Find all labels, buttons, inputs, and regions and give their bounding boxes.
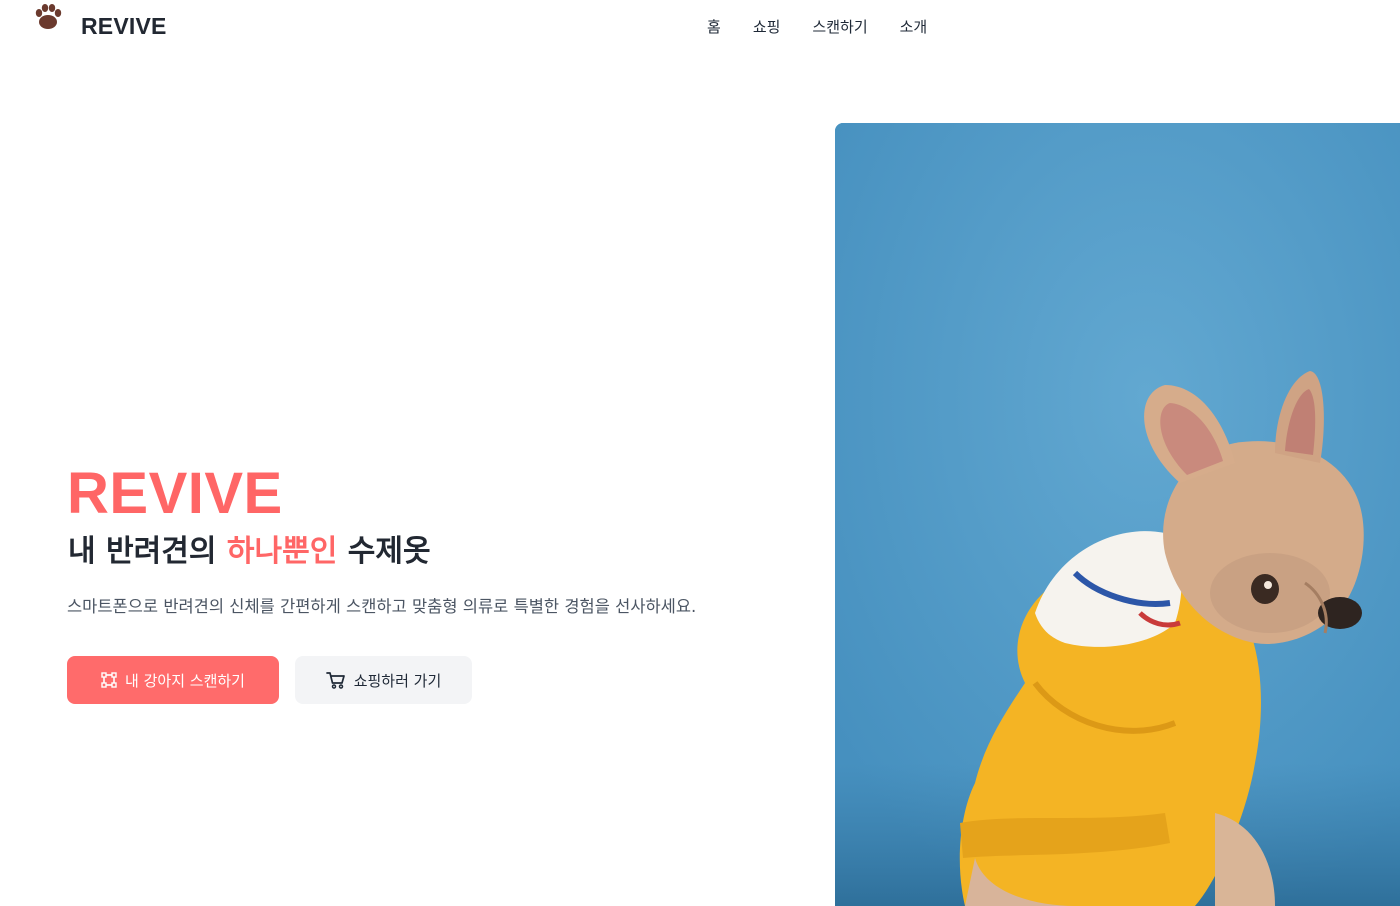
go-shopping-button[interactable]: 쇼핑하러 가기	[295, 656, 472, 704]
main-nav: 홈 쇼핑 스캔하기 소개	[707, 16, 959, 37]
nav-home[interactable]: 홈	[707, 16, 721, 37]
dog-illustration	[835, 123, 1400, 906]
paw-icon	[35, 4, 62, 29]
hero-title: REVIVE	[67, 461, 283, 526]
landing-page: REVIVE 홈 쇼핑 스캔하기 소개 REVIVE 내 반려견의 하나뿐인 수…	[0, 0, 1400, 906]
nav-shopping[interactable]: 쇼핑	[753, 16, 781, 37]
subtitle-highlight: 하나뿐인	[226, 534, 338, 569]
hero-description: 스마트폰으로 반려견의 신체를 간편하게 스캔하고 맞춤형 의류로 특별한 경험…	[67, 597, 697, 616]
scan-frame-icon	[101, 672, 117, 688]
subtitle-text-start: 내 반려견의	[68, 534, 227, 569]
nav-scan[interactable]: 스캔하기	[812, 16, 867, 37]
go-shopping-button-label: 쇼핑하러 가기	[353, 671, 442, 690]
scan-dog-button-label: 내 강아지 스캔하기	[125, 671, 245, 690]
site-header: REVIVE 홈 쇼핑 스캔하기 소개	[0, 0, 1400, 60]
brand-name: REVIVE	[81, 13, 167, 39]
nav-about[interactable]: 소개	[900, 16, 928, 37]
hero-subtitle: 내 반려견의 하나뿐인 수제옷	[68, 530, 431, 574]
subtitle-text-end: 수제옷	[337, 534, 431, 569]
scan-dog-button[interactable]: 내 강아지 스캔하기	[67, 656, 279, 704]
hero-dog-image	[835, 123, 1400, 906]
cart-icon	[325, 672, 345, 689]
